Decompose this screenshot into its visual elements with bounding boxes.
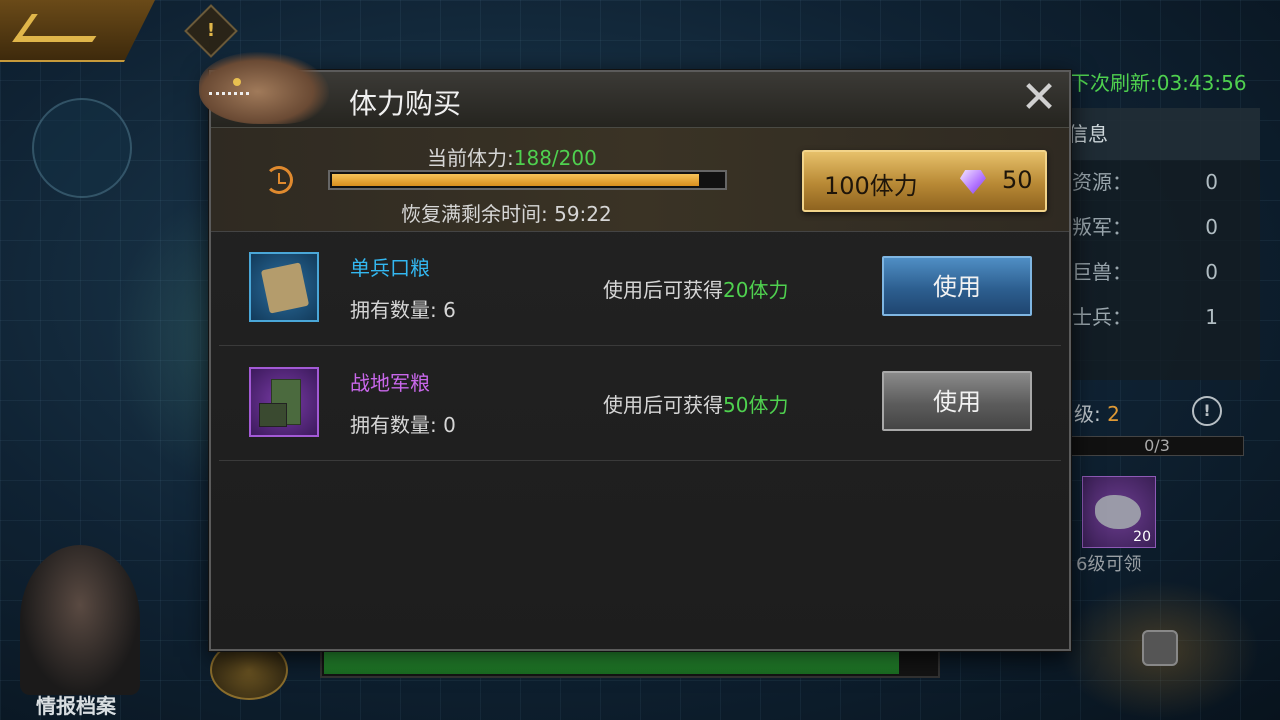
reward-count: 20 <box>1133 529 1151 545</box>
info-icon[interactable]: ! <box>1192 396 1222 426</box>
stamina-bar <box>328 170 727 190</box>
close-icon: ✕ <box>1020 72 1058 123</box>
history-clock-icon <box>265 166 293 194</box>
buy-stamina-button[interactable]: 100体力 50 <box>802 150 1047 212</box>
diamond-icon <box>960 170 986 194</box>
item-name: 战地军粮 <box>350 371 430 395</box>
dialog-title: 体力购买 <box>349 87 462 120</box>
reward-item[interactable]: 20 <box>1082 476 1156 548</box>
use-button[interactable]: 使用 <box>882 256 1032 316</box>
stamina-current: 当前体力:188/200 <box>427 146 597 170</box>
commander-portrait[interactable] <box>20 545 140 695</box>
level-progress: 0/3 <box>1070 436 1244 456</box>
intel-archive-label[interactable]: 情报档案 <box>36 690 116 719</box>
use-button[interactable]: 使用 <box>882 371 1032 431</box>
bottom-progress-fill <box>324 652 900 674</box>
item-row: 单兵口粮 拥有数量: 6 使用后可获得20体力 使用 <box>219 232 1061 346</box>
item-name: 单兵口粮 <box>350 256 430 280</box>
info-panel-head: 信息 <box>1064 108 1260 160</box>
stamina-section: 当前体力:188/200 恢复满剩余时间: 59:22 100体力 50 <box>211 128 1069 232</box>
radar-ring <box>32 98 132 198</box>
recover-time: 恢复满剩余时间: 59:22 <box>401 202 612 226</box>
item-count: 拥有数量: 0 <box>350 413 456 437</box>
item-desc: 使用后可获得20体力 <box>603 278 789 302</box>
field-ration-box-icon <box>249 367 319 437</box>
item-desc: 使用后可获得50体力 <box>603 393 789 417</box>
item-count: 拥有数量: 6 <box>350 298 456 322</box>
stamina-bar-fill <box>332 174 700 186</box>
close-button[interactable]: ✕ <box>1017 76 1061 122</box>
info-row: 叛军： 0 <box>1072 215 1218 239</box>
info-row: 资源： 0 <box>1072 170 1218 194</box>
back-arrow-icon <box>12 14 112 42</box>
stamina-purchase-dialog: 体力购买 ✕ 当前体力:188/200 恢复满剩余时间: 59:22 100体力… <box>199 52 1071 651</box>
locked-emblem[interactable] <box>1060 580 1260 720</box>
item-row: 战地军粮 拥有数量: 0 使用后可获得50体力 使用 <box>219 347 1061 461</box>
bottom-progress-bar <box>320 648 940 678</box>
level-text: 级: 2 <box>1074 402 1120 426</box>
info-row: 士兵： 1 <box>1072 305 1218 329</box>
buy-stamina-cost: 50 <box>1002 166 1033 194</box>
refresh-timer: 下次刷新:03:43:56 <box>1070 71 1247 95</box>
info-row: 巨兽： 0 <box>1072 260 1218 284</box>
info-panel: 信息 资源： 0 叛军： 0 巨兽： 0 士兵： 1 <box>1064 108 1260 380</box>
reward-label: 6级可领 <box>1076 554 1142 575</box>
ration-pack-icon <box>249 252 319 322</box>
buy-stamina-label: 100体力 <box>824 172 918 200</box>
ore-icon <box>1095 495 1141 529</box>
lock-icon <box>1142 630 1178 666</box>
dialog-title-bar: 体力购买 ✕ <box>199 52 1069 128</box>
